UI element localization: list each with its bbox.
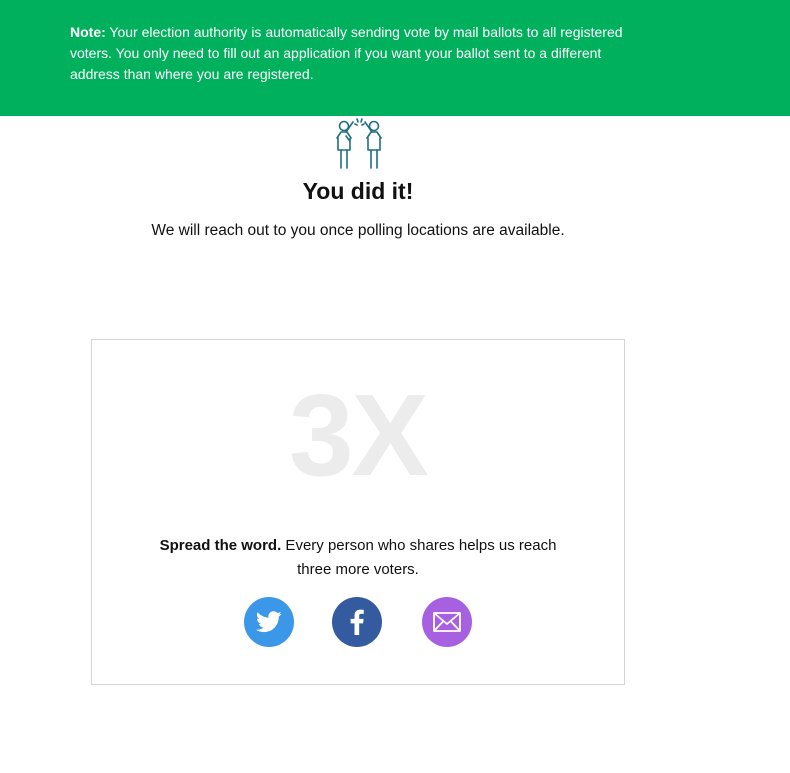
note-message: Your election authority is automatically… <box>70 24 623 82</box>
page-title: You did it! <box>302 178 414 204</box>
share-body: Every person who shares helps us reach t… <box>281 537 557 578</box>
twitter-share-button[interactable] <box>244 597 294 647</box>
page: Note: Your election authority is automat… <box>0 0 790 773</box>
high-five-icon <box>336 118 382 169</box>
facebook-share-button[interactable] <box>332 597 382 647</box>
note-text: Note: Your election authority is automat… <box>70 22 640 85</box>
email-share-button[interactable] <box>422 597 472 647</box>
twitter-icon <box>256 611 282 633</box>
facebook-icon <box>350 609 364 635</box>
share-message: Spread the word. Every person who shares… <box>148 534 568 582</box>
confirmation-message: We will reach out to you once polling lo… <box>151 222 565 239</box>
multiplier-graphic: 3X <box>289 370 429 500</box>
note-banner: Note: Your election authority is automat… <box>0 0 790 116</box>
email-icon <box>433 612 461 632</box>
share-lead: Spread the word. <box>159 537 282 554</box>
note-label: Note: <box>70 24 106 40</box>
share-card: 3X Spread the word. Every person who sha… <box>91 339 625 685</box>
